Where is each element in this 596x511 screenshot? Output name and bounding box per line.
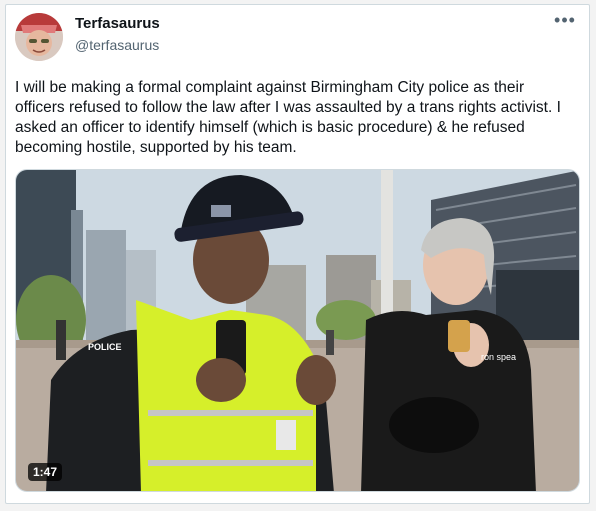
display-name[interactable]: Terfasaurus <box>75 15 160 32</box>
vest-label: POLICE <box>88 342 122 352</box>
video-player[interactable]: POLICE ron spea 1:47 <box>15 169 580 492</box>
shirt-text: ron spea <box>481 352 516 362</box>
tweet-card[interactable]: Terfasaurus @terfasaurus ••• I will be m… <box>5 4 590 504</box>
more-horizontal-icon[interactable]: ••• <box>553 11 577 33</box>
avatar-image <box>15 13 63 61</box>
avatar[interactable] <box>15 13 63 61</box>
user-handle[interactable]: @terfasaurus <box>75 37 159 53</box>
video-duration: 1:47 <box>28 463 63 481</box>
video-frame: POLICE ron spea <box>16 170 579 491</box>
tweet-text: I will be making a formal complaint agai… <box>15 79 561 156</box>
